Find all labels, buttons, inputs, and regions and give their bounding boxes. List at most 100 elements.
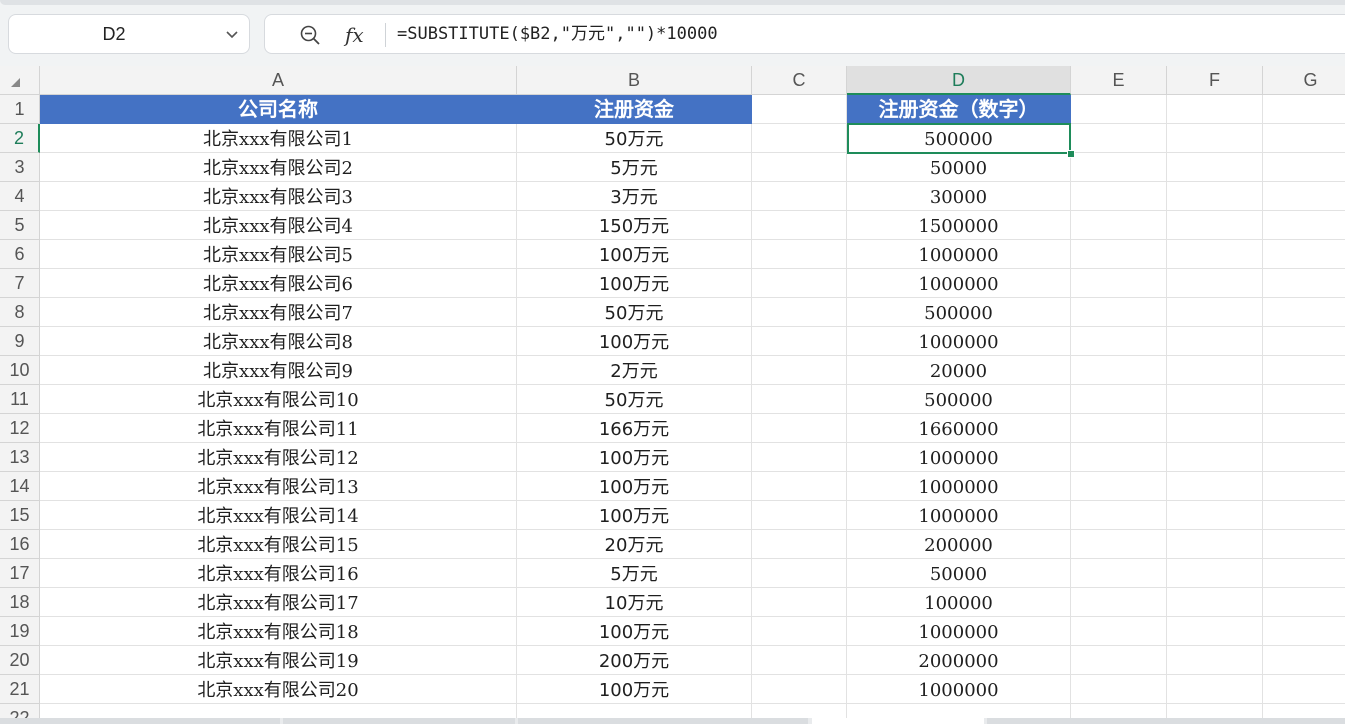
cell-d14[interactable]: 1000000 <box>847 472 1071 501</box>
row-header-9[interactable]: 9 <box>0 327 40 356</box>
row-header-7[interactable]: 7 <box>0 269 40 298</box>
row-header-1[interactable]: 1 <box>0 95 40 124</box>
cell-d7[interactable]: 1000000 <box>847 269 1071 298</box>
cell-e21[interactable] <box>1071 675 1167 704</box>
cell-g3[interactable] <box>1263 153 1345 182</box>
row-header-15[interactable]: 15 <box>0 501 40 530</box>
row-header-11[interactable]: 11 <box>0 385 40 414</box>
cell-c11[interactable] <box>752 385 847 414</box>
cell-d19[interactable]: 1000000 <box>847 617 1071 646</box>
column-header-e[interactable]: E <box>1071 66 1167 95</box>
cell-b11[interactable]: 50万元 <box>517 385 752 414</box>
cell-b22[interactable] <box>517 704 752 718</box>
cell-a18[interactable]: 北京xxx有限公司17 <box>40 588 517 617</box>
cell-e17[interactable] <box>1071 559 1167 588</box>
cell-b15[interactable]: 100万元 <box>517 501 752 530</box>
cell-c17[interactable] <box>752 559 847 588</box>
cell-a15[interactable]: 北京xxx有限公司14 <box>40 501 517 530</box>
sheet-tab-strip[interactable] <box>0 718 280 724</box>
cell-d4[interactable]: 30000 <box>847 182 1071 211</box>
cell-f10[interactable] <box>1167 356 1263 385</box>
cell-e8[interactable] <box>1071 298 1167 327</box>
cell-d15[interactable]: 1000000 <box>847 501 1071 530</box>
cell-e4[interactable] <box>1071 182 1167 211</box>
cell-e2[interactable] <box>1071 124 1167 153</box>
row-header-10[interactable]: 10 <box>0 356 40 385</box>
cell-f18[interactable] <box>1167 588 1263 617</box>
cell-c4[interactable] <box>752 182 847 211</box>
cell-e15[interactable] <box>1071 501 1167 530</box>
cell-b16[interactable]: 20万元 <box>517 530 752 559</box>
cell-f21[interactable] <box>1167 675 1263 704</box>
cell-c12[interactable] <box>752 414 847 443</box>
fx-icon[interactable]: fx <box>345 21 371 49</box>
cell-e5[interactable] <box>1071 211 1167 240</box>
cell-b21[interactable]: 100万元 <box>517 675 752 704</box>
cell-f13[interactable] <box>1167 443 1263 472</box>
cell-b4[interactable]: 3万元 <box>517 182 752 211</box>
cell-c2[interactable] <box>752 124 847 153</box>
cell-g8[interactable] <box>1263 298 1345 327</box>
cell-f22[interactable] <box>1167 704 1263 718</box>
row-header-2[interactable]: 2 <box>0 124 40 153</box>
spreadsheet-grid[interactable]: A B C D E F G 1 公司名称 注册资金 注册资金（数字） 2 北京xxx有限公司1 50万元 5… <box>0 66 1345 718</box>
cell-g18[interactable] <box>1263 588 1345 617</box>
cell-f17[interactable] <box>1167 559 1263 588</box>
cell-d13[interactable]: 1000000 <box>847 443 1071 472</box>
cell-g11[interactable] <box>1263 385 1345 414</box>
cell-b9[interactable]: 100万元 <box>517 327 752 356</box>
cell-b18[interactable]: 10万元 <box>517 588 752 617</box>
cell-e19[interactable] <box>1071 617 1167 646</box>
cell-d18[interactable]: 100000 <box>847 588 1071 617</box>
cell-e1[interactable] <box>1071 95 1167 124</box>
column-header-c[interactable]: C <box>752 66 847 95</box>
row-header-21[interactable]: 21 <box>0 675 40 704</box>
cell-b20[interactable]: 200万元 <box>517 646 752 675</box>
cell-a17[interactable]: 北京xxx有限公司16 <box>40 559 517 588</box>
cell-a16[interactable]: 北京xxx有限公司15 <box>40 530 517 559</box>
cell-b12[interactable]: 166万元 <box>517 414 752 443</box>
cell-d16[interactable]: 200000 <box>847 530 1071 559</box>
cell-b17[interactable]: 5万元 <box>517 559 752 588</box>
cell-d8[interactable]: 500000 <box>847 298 1071 327</box>
cell-e11[interactable] <box>1071 385 1167 414</box>
row-header-6[interactable]: 6 <box>0 240 40 269</box>
cell-a19[interactable]: 北京xxx有限公司18 <box>40 617 517 646</box>
cell-b14[interactable]: 100万元 <box>517 472 752 501</box>
row-header-20[interactable]: 20 <box>0 646 40 675</box>
row-header-13[interactable]: 13 <box>0 443 40 472</box>
column-header-d[interactable]: D <box>847 66 1071 95</box>
cell-a4[interactable]: 北京xxx有限公司3 <box>40 182 517 211</box>
cell-d22[interactable] <box>847 704 1071 718</box>
cell-g19[interactable] <box>1263 617 1345 646</box>
cell-e7[interactable] <box>1071 269 1167 298</box>
cell-g7[interactable] <box>1263 269 1345 298</box>
cell-b8[interactable]: 50万元 <box>517 298 752 327</box>
cell-a13[interactable]: 北京xxx有限公司12 <box>40 443 517 472</box>
cell-g17[interactable] <box>1263 559 1345 588</box>
cell-c20[interactable] <box>752 646 847 675</box>
cell-c5[interactable] <box>752 211 847 240</box>
cell-a10[interactable]: 北京xxx有限公司9 <box>40 356 517 385</box>
cell-g1[interactable] <box>1263 95 1345 124</box>
cell-g9[interactable] <box>1263 327 1345 356</box>
row-header-17[interactable]: 17 <box>0 559 40 588</box>
cell-f12[interactable] <box>1167 414 1263 443</box>
cell-g21[interactable] <box>1263 675 1345 704</box>
cell-a8[interactable]: 北京xxx有限公司7 <box>40 298 517 327</box>
cell-c22[interactable] <box>752 704 847 718</box>
cell-f8[interactable] <box>1167 298 1263 327</box>
cell-c18[interactable] <box>752 588 847 617</box>
cell-e22[interactable] <box>1071 704 1167 718</box>
column-header-a[interactable]: A <box>40 66 517 95</box>
cell-e20[interactable] <box>1071 646 1167 675</box>
row-header-5[interactable]: 5 <box>0 211 40 240</box>
cell-a11[interactable]: 北京xxx有限公司10 <box>40 385 517 414</box>
cell-g2[interactable] <box>1263 124 1345 153</box>
row-header-3[interactable]: 3 <box>0 153 40 182</box>
cell-g16[interactable] <box>1263 530 1345 559</box>
cell-d1[interactable]: 注册资金（数字） <box>847 95 1071 124</box>
cell-c16[interactable] <box>752 530 847 559</box>
cell-c1[interactable] <box>752 95 847 124</box>
formula-input[interactable]: =SUBSTITUTE($B2,"万元","")*10000 <box>397 15 718 53</box>
